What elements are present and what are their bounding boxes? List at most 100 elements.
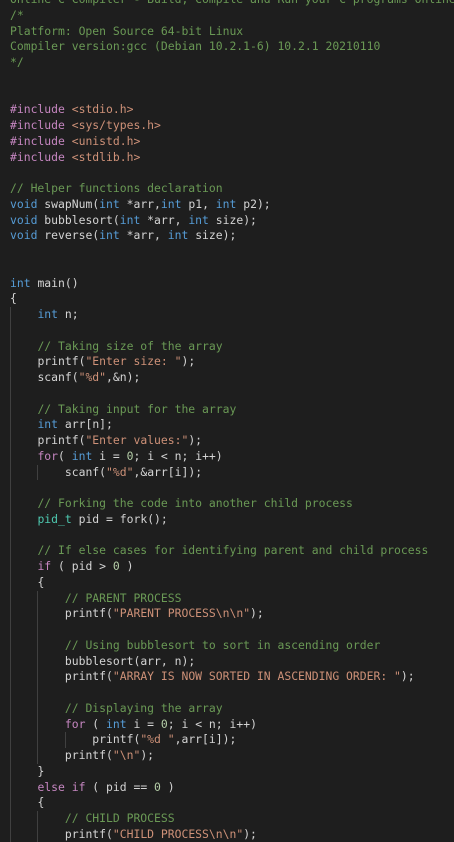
code-token-plain: * [119,196,134,211]
code-token-plain: { [37,795,45,810]
code-token-variable: arr [133,228,155,243]
indent-guide [10,559,11,575]
code-token-variable: size [215,212,244,227]
code-line[interactable]: // Displaying the array [10,700,454,717]
code-token-variable: p1 [188,196,203,211]
code-line[interactable] [10,260,454,276]
code-line[interactable]: { [10,795,454,811]
indent-guide [64,732,66,748]
code-line[interactable]: void swapNum(int *arr,int p1, int p2); [10,197,454,213]
indent-guide [10,748,11,764]
code-line[interactable]: #include <stdlib.h> [10,150,454,166]
code-line[interactable]: printf("Enter values:"); [10,433,454,449]
code-token-function: printf [64,826,107,841]
code-line[interactable]: int main() [10,276,454,292]
code-token-plain: ]; [99,417,113,432]
code-line[interactable]: { [10,291,454,307]
code-token-num: 0 [154,779,161,794]
code-line[interactable]: for ( int i = 0; i < n; i++) [10,716,454,733]
code-line[interactable]: int arr[n]; [10,417,454,433]
code-line[interactable]: else if ( pid == 0 ) [10,779,454,796]
code-token-plain: ); [181,354,196,369]
code-line[interactable] [10,322,454,339]
code-editor[interactable]: Online C Compiler - Build, Compile and R… [0,0,454,842]
code-line[interactable]: Platform: Open Source 64-bit Linux [10,24,454,40]
code-line[interactable]: printf("ARRAY IS NOW SORTED IN ASCENDING… [10,669,454,685]
code-token-type: int [37,307,59,321]
code-line[interactable]: #include <stdio.h> [10,102,454,118]
code-token-plain: } [37,763,45,778]
code-token-keyword: if [37,559,52,573]
code-token-plain: () [64,275,79,290]
code-line[interactable]: pid_t pid = fork(); [10,511,454,528]
code-token-type: int [10,275,31,290]
code-line[interactable]: // CHILD PROCESS [10,811,454,827]
code-line[interactable]: #include <unistd.h> [10,134,454,150]
code-line[interactable]: // Forking the code into another child p… [10,496,454,512]
code-line[interactable]: scanf("%d",&n); [10,370,454,386]
code-line[interactable] [10,527,454,544]
code-token-plain: ; [167,716,182,731]
code-line[interactable]: printf("%d ",arr[i]); [10,732,454,748]
code-line[interactable]: printf("CHILD PROCESS\n\n"); [10,826,454,842]
code-token-function: main [37,275,65,290]
code-token-function: swapNum [44,196,93,211]
code-line[interactable]: printf("Enter size: "); [10,354,454,370]
code-line[interactable]: int n; [10,307,454,323]
code-line[interactable] [10,244,454,260]
code-line[interactable]: scanf("%d",&arr[i]); [10,464,454,481]
code-token-type: int [99,196,120,211]
code-line[interactable]: Compiler version:gcc (Debian 10.2.1-6) 1… [10,39,454,55]
code-token-type: int [167,228,189,243]
code-line[interactable]: printf("PARENT PROCESS\n\n"); [10,606,454,622]
code-token-comment: // Taking size of the array [37,338,223,353]
code-line[interactable] [10,87,454,103]
indent-guide [10,826,11,842]
code-line[interactable]: void bubblesort(int *arr, int size); [10,213,454,229]
code-line[interactable] [10,165,454,181]
code-token-string: "ARRAY IS NOW SORTED IN ASCENDING ORDER:… [112,669,401,684]
code-line[interactable]: // Taking input for the array [10,401,454,418]
code-token-function: scanf [64,464,100,479]
code-line[interactable]: #include <sys/types.h> [10,118,454,134]
code-line[interactable] [10,622,454,638]
code-token-variable: arr [154,212,175,227]
code-line[interactable]: } [10,763,454,780]
code-line[interactable]: void reverse(int *arr, int size); [10,228,454,244]
code-line[interactable] [10,480,454,496]
code-token-plain: ); [222,228,237,243]
code-token-keyword: #include [10,149,65,164]
code-line[interactable]: if ( pid > 0 ) [10,559,454,575]
code-token-plain: [ [167,464,175,479]
code-line[interactable]: // Using bubblesort to sort in ascending… [10,637,454,654]
code-line[interactable]: Online C Compiler - Build, Compile and R… [10,0,454,8]
code-line[interactable]: for( int i = 0; i < n; i++) [10,448,454,465]
code-line[interactable] [10,385,454,402]
indent-guide [37,637,39,654]
code-line[interactable]: printf("\n"); [10,748,454,764]
code-token-plain: ( [71,370,79,384]
code-line[interactable]: // PARENT PROCESS [10,590,454,607]
code-token-comment: Online C Compiler - Build, Compile and R… [10,0,454,6]
code-line[interactable]: /* [10,8,454,24]
code-line[interactable]: // Helper functions declaration [10,181,454,197]
indent-guide [37,653,39,670]
code-line[interactable]: { [10,574,454,591]
indent-guide [37,685,39,701]
code-token-string: "%d" [78,370,107,384]
code-token-comment: Platform: Open Source 64-bit Linux [10,23,244,38]
code-area[interactable]: Online C Compiler - Build, Compile and R… [10,0,454,842]
code-line[interactable] [10,71,454,87]
code-line[interactable]: // If else cases for identifying parent … [10,543,454,559]
code-token-keyword: if [71,779,86,794]
code-line[interactable]: bubblesort(arr, n); [10,653,454,670]
code-line[interactable]: */ [10,55,454,71]
code-line[interactable]: // Taking size of the array [10,338,454,355]
code-token-comment: */ [10,55,24,69]
code-line[interactable] [10,685,454,701]
indent-guide [37,716,39,733]
